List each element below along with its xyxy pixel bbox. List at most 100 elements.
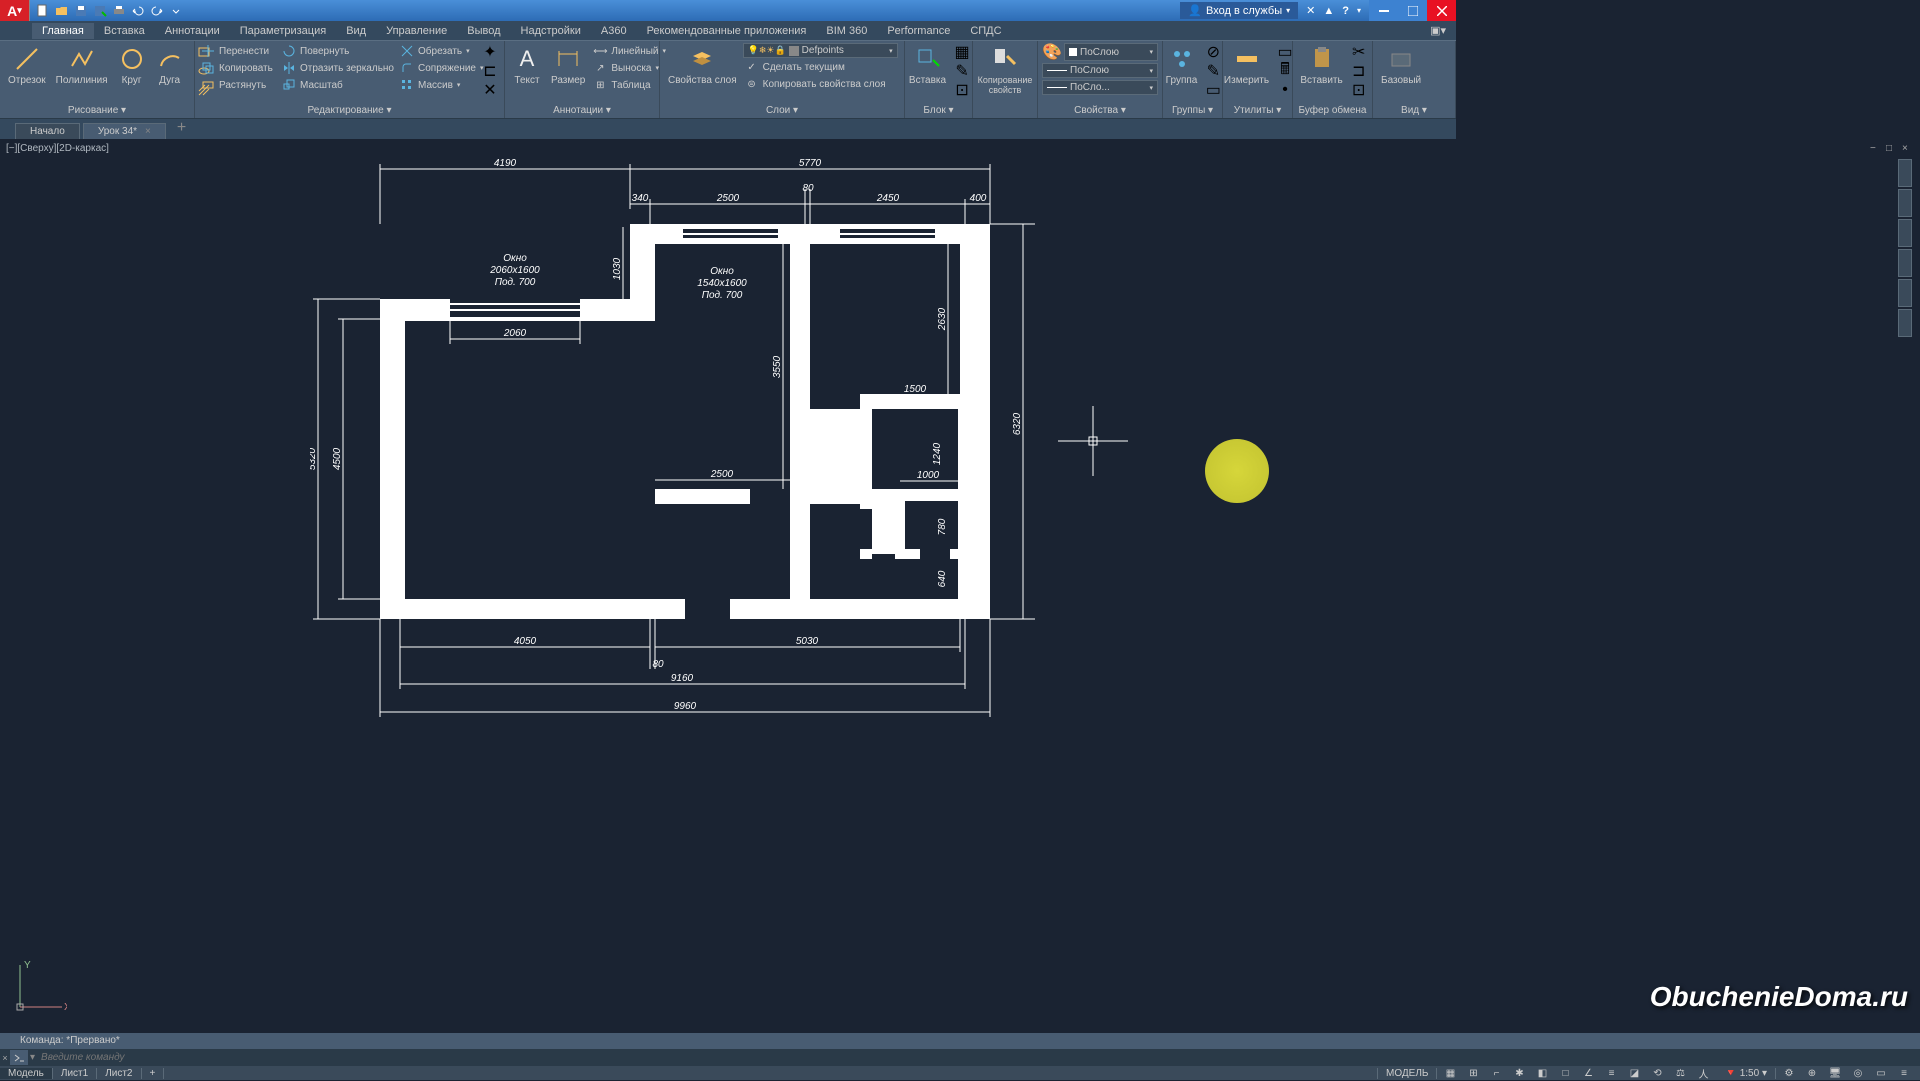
- group-button[interactable]: Группа: [1162, 43, 1202, 88]
- redo-icon[interactable]: [148, 2, 165, 19]
- new-icon[interactable]: [34, 2, 51, 19]
- panel-groups-title[interactable]: Группы ▾: [1167, 103, 1218, 118]
- copylayerprops-button[interactable]: ⊜Копировать свойства слоя: [743, 76, 900, 92]
- autodesk-icon[interactable]: ▲: [1323, 5, 1334, 17]
- qat-dropdown-icon[interactable]: [167, 2, 184, 19]
- help-icon[interactable]: ?: [1342, 5, 1349, 17]
- sbtab-sheet1[interactable]: Лист1: [53, 1068, 97, 1079]
- arc-button[interactable]: Дуга: [152, 43, 188, 88]
- customize-icon[interactable]: ≡: [1894, 1066, 1914, 1080]
- annoscale-icon[interactable]: ⚖: [1670, 1066, 1690, 1080]
- linetype-dropdown[interactable]: ПоСло...▾: [1042, 80, 1158, 95]
- isolate-icon[interactable]: ◎: [1848, 1066, 1868, 1080]
- linear-button[interactable]: ⟷Линейный▾: [591, 43, 668, 59]
- model-button[interactable]: МОДЕЛЬ: [1377, 1068, 1437, 1079]
- panel-view-title[interactable]: Вид ▾: [1377, 103, 1451, 118]
- lweight-icon[interactable]: ≡: [1601, 1066, 1621, 1080]
- table-button[interactable]: ⊞Таблица: [591, 77, 668, 93]
- tab-start[interactable]: Начало: [15, 123, 80, 139]
- scale-display[interactable]: 🔻 1:50 ▾: [1716, 1068, 1776, 1079]
- signin-button[interactable]: 👤 Вход в службы ▾: [1180, 2, 1298, 19]
- offset-icon[interactable]: ⊏: [480, 62, 500, 80]
- paste-button[interactable]: Вставить: [1296, 43, 1346, 88]
- tab-view[interactable]: Вид: [336, 23, 376, 39]
- trim-button[interactable]: Обрезать▾: [398, 43, 478, 59]
- leader-button[interactable]: ↗Выноска▾: [591, 60, 668, 76]
- drawing-canvas[interactable]: [−][Сверху][2D-каркас] − □ × 4190 5770 3…: [0, 139, 1920, 1033]
- exchange-icon[interactable]: ✕: [1306, 4, 1315, 17]
- move-button[interactable]: Перенести: [199, 43, 278, 59]
- app-logo[interactable]: A▾: [0, 0, 30, 21]
- ortho-icon[interactable]: ⌐: [1486, 1066, 1506, 1080]
- open-icon[interactable]: [53, 2, 70, 19]
- grid-icon[interactable]: ▦: [1440, 1066, 1460, 1080]
- tab-featured[interactable]: Рекомендованные приложения: [637, 23, 817, 39]
- maximize-button[interactable]: [1398, 0, 1427, 21]
- circle-button[interactable]: Круг: [114, 43, 150, 88]
- tab-bim360[interactable]: BIM 360: [816, 23, 877, 39]
- layer-dropdown[interactable]: 💡❄☀🔒 Defpoints▾: [743, 43, 898, 58]
- copy-button[interactable]: Копировать: [199, 60, 278, 76]
- text-button[interactable]: AТекст: [509, 43, 545, 88]
- annoauto-icon[interactable]: 人: [1693, 1066, 1713, 1080]
- ws-icon[interactable]: ⚙: [1779, 1066, 1799, 1080]
- polyline-button[interactable]: Полилиния: [52, 43, 112, 88]
- nav-pan-icon[interactable]: [1898, 219, 1912, 247]
- block-create-icon[interactable]: ▦: [952, 43, 972, 61]
- scale-button[interactable]: Масштаб: [280, 77, 396, 93]
- tab-collapse-icon[interactable]: ▣▾: [1420, 22, 1456, 39]
- makecurrent-button[interactable]: ✓Сделать текущим: [743, 59, 900, 75]
- annomon-icon[interactable]: ⊕: [1802, 1066, 1822, 1080]
- color-icon[interactable]: 🎨: [1042, 43, 1062, 61]
- ucs-icon[interactable]: Y X: [12, 960, 67, 1015]
- tab-file[interactable]: Урок 34*×: [83, 123, 166, 139]
- tab-addins[interactable]: Надстройки: [511, 23, 591, 39]
- polar-icon[interactable]: ✱: [1509, 1066, 1529, 1080]
- add-tab-button[interactable]: +: [169, 117, 194, 139]
- color-dropdown[interactable]: ПоСлою▾: [1064, 43, 1158, 61]
- snap-icon[interactable]: ⊞: [1463, 1066, 1483, 1080]
- explode-icon[interactable]: ✦: [480, 43, 500, 61]
- save-icon[interactable]: [72, 2, 89, 19]
- nav-zoom-icon[interactable]: [1898, 249, 1912, 277]
- pasteas-icon[interactable]: ⊡: [1349, 81, 1369, 99]
- vp-min-icon[interactable]: −: [1870, 143, 1882, 155]
- panel-clip-title[interactable]: Буфер обмена: [1297, 103, 1368, 118]
- cycling-icon[interactable]: ⟲: [1647, 1066, 1667, 1080]
- panel-block-title[interactable]: Блок ▾: [909, 103, 968, 118]
- nav-wheel-icon[interactable]: [1898, 189, 1912, 217]
- stretch-button[interactable]: Растянуть: [199, 77, 278, 93]
- sbtab-sheet2[interactable]: Лист2: [97, 1068, 141, 1079]
- mirror-button[interactable]: Отразить зеркально: [280, 60, 396, 76]
- tab-performance[interactable]: Performance: [877, 23, 960, 39]
- tab-annotate[interactable]: Аннотации: [155, 23, 230, 39]
- dim-button[interactable]: Размер: [547, 43, 589, 88]
- array-button[interactable]: Массив▾: [398, 77, 478, 93]
- tab-output[interactable]: Вывод: [457, 23, 510, 39]
- nav-home-icon[interactable]: [1898, 159, 1912, 187]
- add-layout-button[interactable]: +: [142, 1068, 165, 1079]
- close-button[interactable]: [1427, 0, 1456, 21]
- insert-button[interactable]: Вставка: [905, 43, 950, 88]
- saveas-icon[interactable]: [91, 2, 108, 19]
- minimize-button[interactable]: [1369, 0, 1398, 21]
- lineweight-dropdown[interactable]: ПоСлою▾: [1042, 63, 1158, 78]
- cleanscreen-icon[interactable]: ▭: [1871, 1066, 1891, 1080]
- panel-utils-title[interactable]: Утилиты ▾: [1227, 103, 1288, 118]
- vp-close-icon[interactable]: ×: [1902, 143, 1914, 155]
- undo-icon[interactable]: [129, 2, 146, 19]
- panel-props-title[interactable]: Свойства ▾: [1042, 103, 1158, 118]
- measure-button[interactable]: Измерить: [1220, 43, 1273, 88]
- tab-parametric[interactable]: Параметризация: [230, 23, 336, 39]
- layerprops-button[interactable]: Свойства слоя: [664, 43, 741, 88]
- copy-icon[interactable]: ⊐: [1349, 62, 1369, 80]
- cut-icon[interactable]: ✂: [1349, 43, 1369, 61]
- viewport-label[interactable]: [−][Сверху][2D-каркас]: [6, 143, 109, 154]
- erase-icon[interactable]: ✕: [480, 81, 500, 99]
- fillet-button[interactable]: Сопряжение▾: [398, 60, 478, 76]
- tab-insert[interactable]: Вставка: [94, 23, 155, 39]
- base-button[interactable]: Базовый: [1377, 43, 1425, 88]
- panel-draw-title[interactable]: Рисование ▾: [4, 103, 190, 118]
- nav-showui-icon[interactable]: [1898, 309, 1912, 337]
- panel-annot-title[interactable]: Аннотации ▾: [509, 103, 655, 118]
